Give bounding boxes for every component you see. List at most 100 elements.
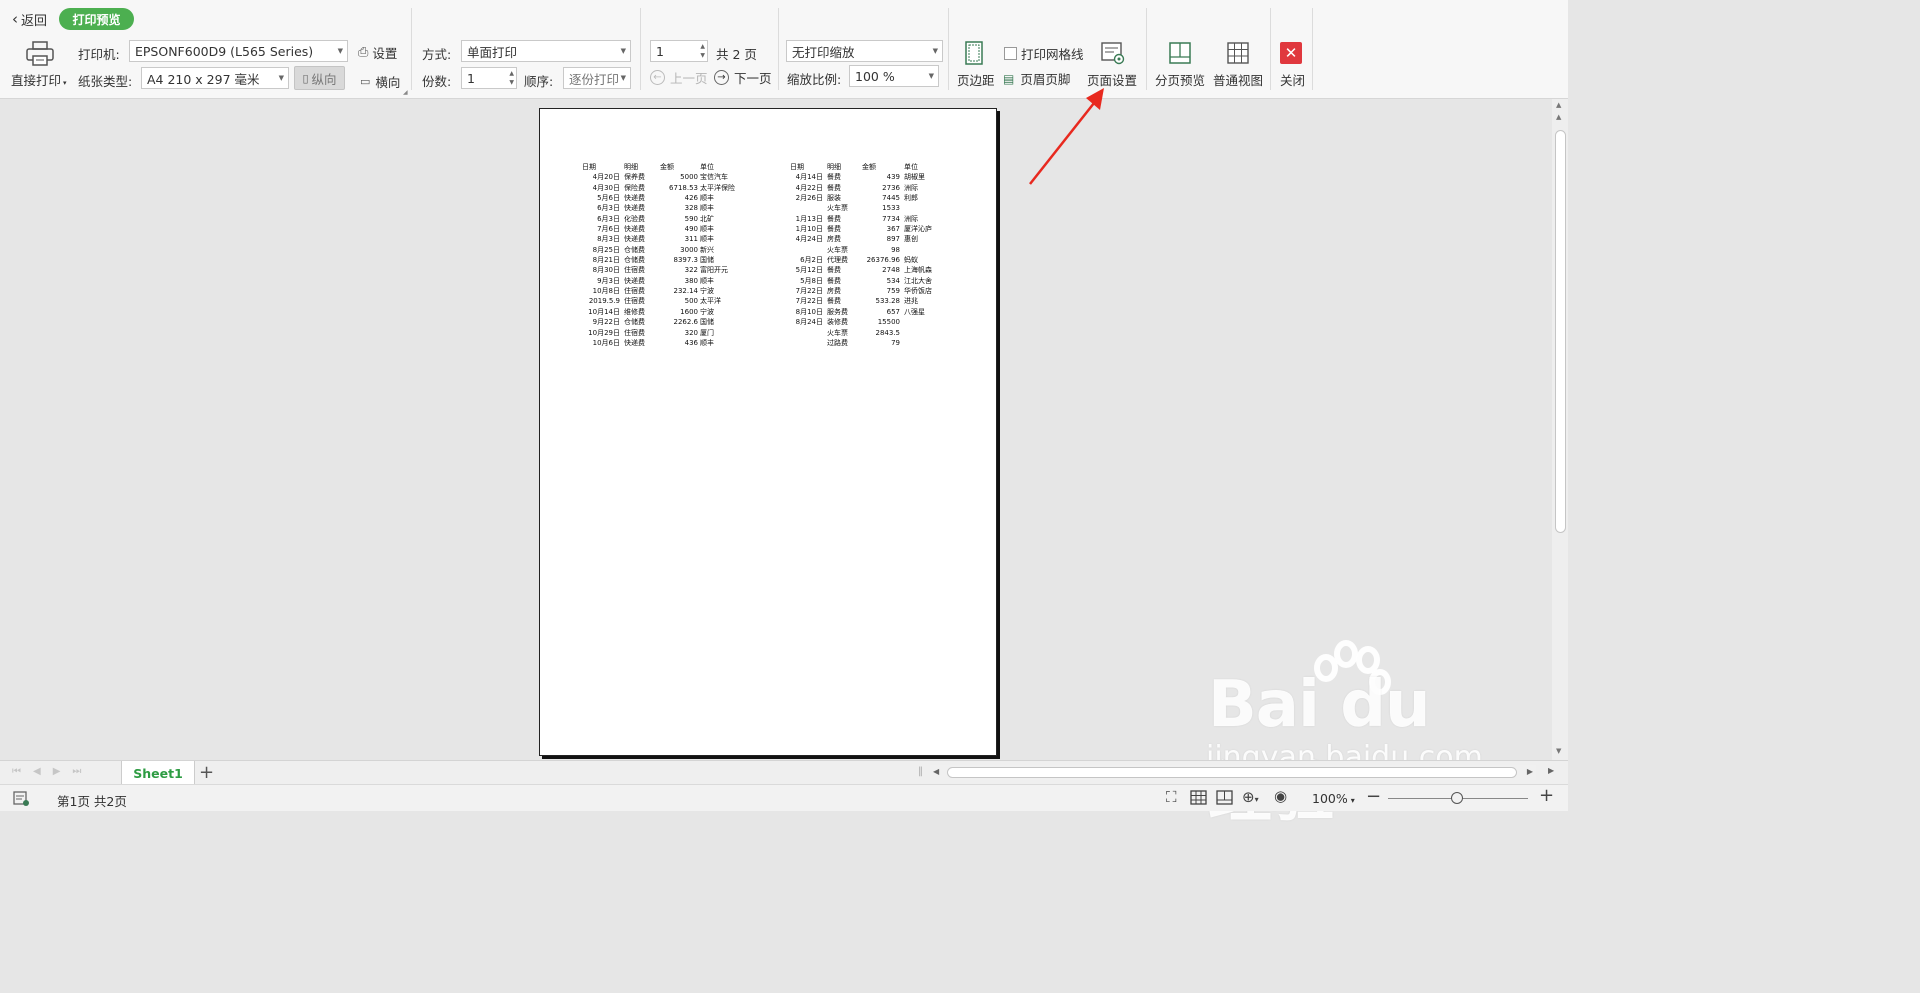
preview-cell: 房费: [827, 235, 841, 244]
prev-sheet-icon[interactable]: ◀: [33, 766, 53, 777]
next-sheet-icon[interactable]: ▶: [53, 766, 73, 777]
preview-cell: 餐费: [827, 173, 841, 182]
preview-cell: 富阳开元: [700, 266, 728, 275]
preview-cell: 4月20日: [592, 173, 620, 182]
scale-ratio-select[interactable]: 100 % ▼: [849, 65, 939, 87]
preview-cell: 过路费: [827, 338, 848, 347]
preview-cell: 快递费: [624, 338, 645, 347]
preview-table-row: 8月25日 仓储费 3000 新兴: [582, 245, 752, 255]
printer-select[interactable]: EPSONF600D9 (L565 Series) ▼: [129, 40, 348, 62]
zoom-in-icon[interactable]: +: [1539, 785, 1554, 806]
page-break-preview-icon[interactable]: [1168, 40, 1192, 66]
order-select[interactable]: 逐份打印 ▼: [563, 67, 631, 89]
preview-cell: 6718.53: [669, 183, 698, 192]
direct-print-button[interactable]: 直接打印 ▾: [11, 70, 67, 89]
close-button[interactable]: 关闭: [1280, 70, 1305, 89]
caret-down-icon: ▾: [1254, 795, 1259, 804]
scroll-left-icon[interactable]: ◀: [933, 767, 939, 776]
back-button[interactable]: ‹ 返回: [12, 9, 47, 29]
preview-cell: 439: [886, 173, 900, 182]
preview-header-cell: 单位: [700, 163, 714, 171]
first-sheet-icon[interactable]: ⏮: [12, 766, 33, 777]
page-break-status-icon[interactable]: [1216, 790, 1233, 805]
preview-cell: 太平洋保险: [700, 183, 735, 192]
preview-cell: 10月8日: [592, 287, 620, 296]
preview-cell: 进兆: [904, 297, 918, 306]
landscape-button[interactable]: ▭ 横向: [360, 72, 400, 91]
printer-label: 打印机:: [78, 47, 120, 62]
page-setup-icon[interactable]: [1100, 40, 1126, 66]
preview-cell: 国储: [700, 318, 714, 327]
scroll-right-icon[interactable]: ▶: [1527, 767, 1533, 776]
preview-cell: 10月14日: [588, 307, 620, 316]
preview-cell: 住宿费: [624, 328, 645, 337]
document-status-icon[interactable]: [12, 789, 30, 807]
close-icon[interactable]: ✕: [1280, 42, 1302, 64]
portrait-button[interactable]: ▯ 纵向: [294, 66, 345, 90]
toolbar-divider: [1312, 8, 1313, 90]
method-select[interactable]: 单面打印 ▼: [461, 40, 631, 62]
vertical-scrollbar[interactable]: ▲ ▲ ▼: [1552, 99, 1568, 760]
prev-page-button[interactable]: ← 上一页: [650, 68, 708, 87]
preview-cell: 8月30日: [592, 266, 620, 275]
page-break-preview-button[interactable]: 分页预览: [1155, 70, 1205, 89]
copies-spinner[interactable]: 1 ▲ ▼: [461, 67, 517, 89]
sheet-nav-arrows[interactable]: ⏮◀▶⏭: [12, 766, 93, 777]
preview-table-header: 日期 明细 金额 单位: [790, 162, 945, 172]
horizontal-scrollbar[interactable]: ◀ ▶: [930, 765, 1536, 780]
preview-table-row: 4月22日 餐费 2736 洲际: [790, 183, 945, 193]
page-number-input[interactable]: 1 ▲ ▼: [650, 40, 708, 62]
vertical-scroll-thumb[interactable]: [1555, 130, 1566, 533]
spinner-arrows-icon[interactable]: ▲ ▼: [700, 42, 705, 60]
preview-cell: 5月8日: [800, 276, 823, 285]
margins-button[interactable]: 页边距: [957, 70, 995, 89]
preview-cell: 5月12日: [795, 266, 823, 275]
next-page-button[interactable]: → 下一页: [714, 68, 772, 87]
preview-cell: 6月2日: [800, 256, 823, 265]
preview-table-row: 10月8日 住宿费 232.14 宁波: [582, 286, 752, 296]
preview-cell: 胡椒里: [904, 173, 925, 182]
zoom-out-icon[interactable]: −: [1366, 786, 1381, 807]
preview-table-row: 4月24日 房费 897 惠创: [790, 234, 945, 244]
scroll-down-icon[interactable]: ▼: [1556, 747, 1561, 755]
horizontal-scroll-thumb[interactable]: [947, 767, 1517, 778]
preview-cell: 1600: [680, 307, 698, 316]
scroll-up-icon[interactable]: ▲: [1556, 113, 1561, 121]
printer-icon[interactable]: [24, 40, 56, 68]
paper-type-select[interactable]: A4 210 x 297 毫米 ▼: [141, 67, 289, 89]
sheet-tab-bar: ⏮◀▶⏭ Sheet1 + ‖ ◀ ▶ ▶: [0, 760, 1568, 785]
preview-table-row: 过路费 79: [790, 338, 945, 348]
dialog-launcher-icon[interactable]: ◢: [403, 89, 408, 96]
scroll-splitter-icon[interactable]: ‖: [918, 766, 923, 777]
print-gridlines-checkbox[interactable]: 打印网格线: [1004, 44, 1084, 63]
printer-settings-button[interactable]: ⎙ 设置: [358, 43, 397, 62]
zoom-slider-handle[interactable]: [1451, 792, 1463, 804]
preview-table-left: 日期 明细 金额 单位 4月20日 保养费 5000 宝信汽车 4月30日 保险费 6718.53 太…: [582, 162, 752, 348]
preview-cell: 餐费: [827, 297, 841, 306]
scroll-right-end-icon[interactable]: ▶: [1548, 766, 1554, 775]
last-sheet-icon[interactable]: ⏭: [72, 766, 93, 777]
scaling-select[interactable]: 无打印缩放 ▼: [786, 40, 943, 62]
zoom-level[interactable]: 100% ▾: [1312, 791, 1355, 806]
preview-cell: 宁波: [700, 307, 714, 316]
dropdown-arrow-icon: ▼: [620, 47, 626, 55]
preview-cell: 6月3日: [597, 214, 620, 223]
normal-view-icon[interactable]: [1226, 40, 1250, 66]
preview-cell: 311: [684, 235, 698, 244]
spinner-arrows-icon[interactable]: ▲ ▼: [509, 69, 514, 87]
eye-protection-icon[interactable]: ◉: [1274, 787, 1287, 805]
total-pages-label: 共 2 页: [716, 47, 757, 62]
preview-cell: 380: [684, 276, 698, 285]
margins-icon[interactable]: [962, 40, 986, 66]
reading-mode-icon[interactable]: ⊕▾: [1242, 788, 1259, 806]
preview-table-row: 4月30日 保险费 6718.53 太平洋保险: [582, 183, 752, 193]
scroll-up-icon[interactable]: ▲: [1556, 101, 1561, 109]
fullscreen-icon[interactable]: ⛶: [1166, 788, 1177, 806]
normal-view-button[interactable]: 普通视图: [1213, 70, 1263, 89]
preview-cell: 4月24日: [795, 235, 823, 244]
normal-view-status-icon[interactable]: [1190, 790, 1207, 805]
preview-cell: 2736: [882, 183, 900, 192]
arrow-right-circle-icon: →: [714, 70, 729, 85]
add-sheet-icon[interactable]: +: [199, 762, 214, 783]
sheet-tab[interactable]: Sheet1: [121, 761, 195, 785]
